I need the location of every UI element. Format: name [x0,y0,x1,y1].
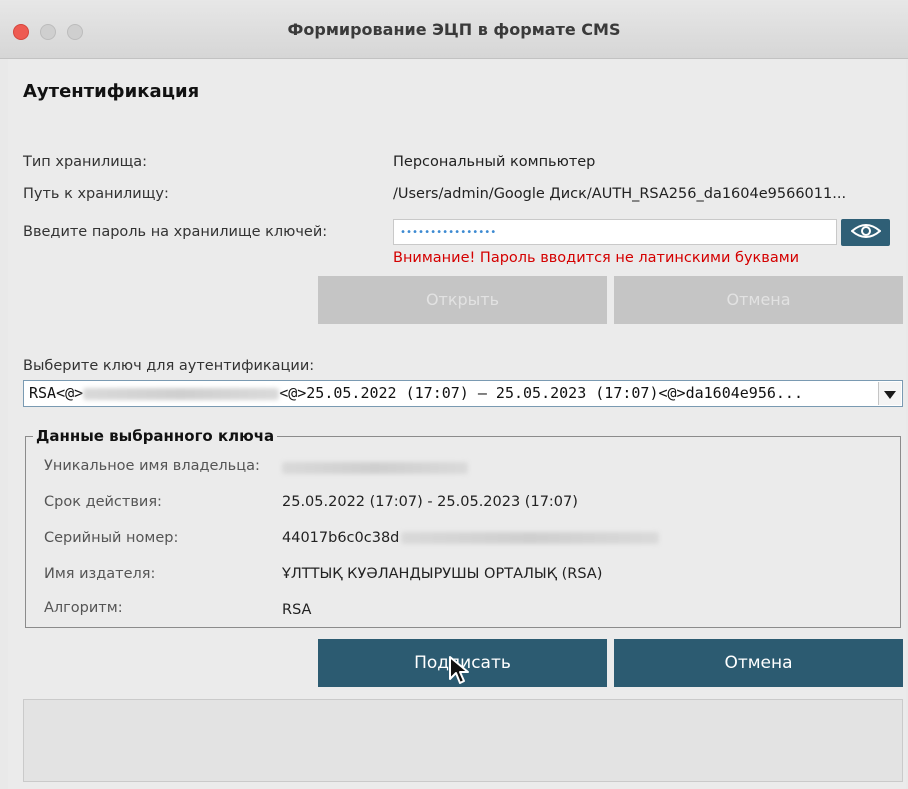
storage-type-label: Тип хранилища: [23,154,148,170]
validity-label: Срок действия: [44,494,162,510]
open-storage-button[interactable]: Открыть [318,276,607,324]
cancel-button[interactable]: Отмена [614,639,903,687]
status-panel [23,699,903,782]
cancel-open-button[interactable]: Отмена [614,276,903,324]
issuer-label: Имя издателя: [44,566,156,582]
auth-section-title: Аутентификация [23,81,200,102]
cms-signing-window: Формирование ЭЦП в формате CMS Аутентифи… [0,0,908,789]
owner-value-redacted [282,460,468,476]
show-password-button[interactable] [841,219,890,246]
selected-key-group-title: Данные выбранного ключа [33,427,278,445]
window-title: Формирование ЭЦП в формате CMS [287,20,621,39]
storage-path-label: Путь к хранилищу: [23,186,169,202]
validity-value: 25.05.2022 (17:07) - 25.05.2023 (17:07) [282,494,578,510]
dropdown-arrow[interactable] [878,382,901,405]
selected-key-group: Данные выбранного ключа Уникальное имя в… [25,427,901,628]
title-bar: Формирование ЭЦП в формате CMS [0,0,908,59]
mouse-pointer-icon [448,655,474,691]
password-input[interactable] [393,219,837,245]
storage-path-value: /Users/admin/Google Диск/AUTH_RSA256_da1… [393,186,847,202]
eye-icon [849,223,882,243]
algorithm-value: RSA [282,602,312,618]
redacted-serial-tail [401,532,660,544]
issuer-value: ҰЛТТЫҚ КУӘЛАНДЫРУШЫ ОРТАЛЫҚ (RSA) [282,566,603,582]
key-select-label: Выберите ключ для аутентификации: [23,358,315,374]
key-select-suffix: <@>25.05.2022 (17:07) – 25.05.2023 (17:0… [279,384,803,402]
password-warning: Внимание! Пароль вводится не латинскими … [393,250,800,266]
dialog-content: Аутентификация Тип хранилища: Персональн… [8,59,906,789]
triangle-down-icon [884,384,896,403]
storage-type-value: Персональный компьютер [393,154,596,170]
password-label: Введите пароль на хранилище ключей: [23,224,328,240]
redacted-owner-name [282,462,468,474]
serial-label: Серийный номер: [44,530,179,546]
redacted-key-owner [83,387,280,400]
serial-value: 44017b6c0c38d [282,530,660,546]
key-select-dropdown[interactable]: RSA<@> <@>25.05.2022 (17:07) – 25.05.2023… [23,380,903,407]
key-select-value: RSA<@> <@>25.05.2022 (17:07) – 25.05.2023… [29,384,803,402]
owner-label: Уникальное имя владельца: [44,458,260,474]
serial-value-visible: 44017b6c0c38d [282,530,400,546]
algorithm-label: Алгоритм: [44,600,123,616]
key-select-prefix: RSA<@> [29,384,84,402]
